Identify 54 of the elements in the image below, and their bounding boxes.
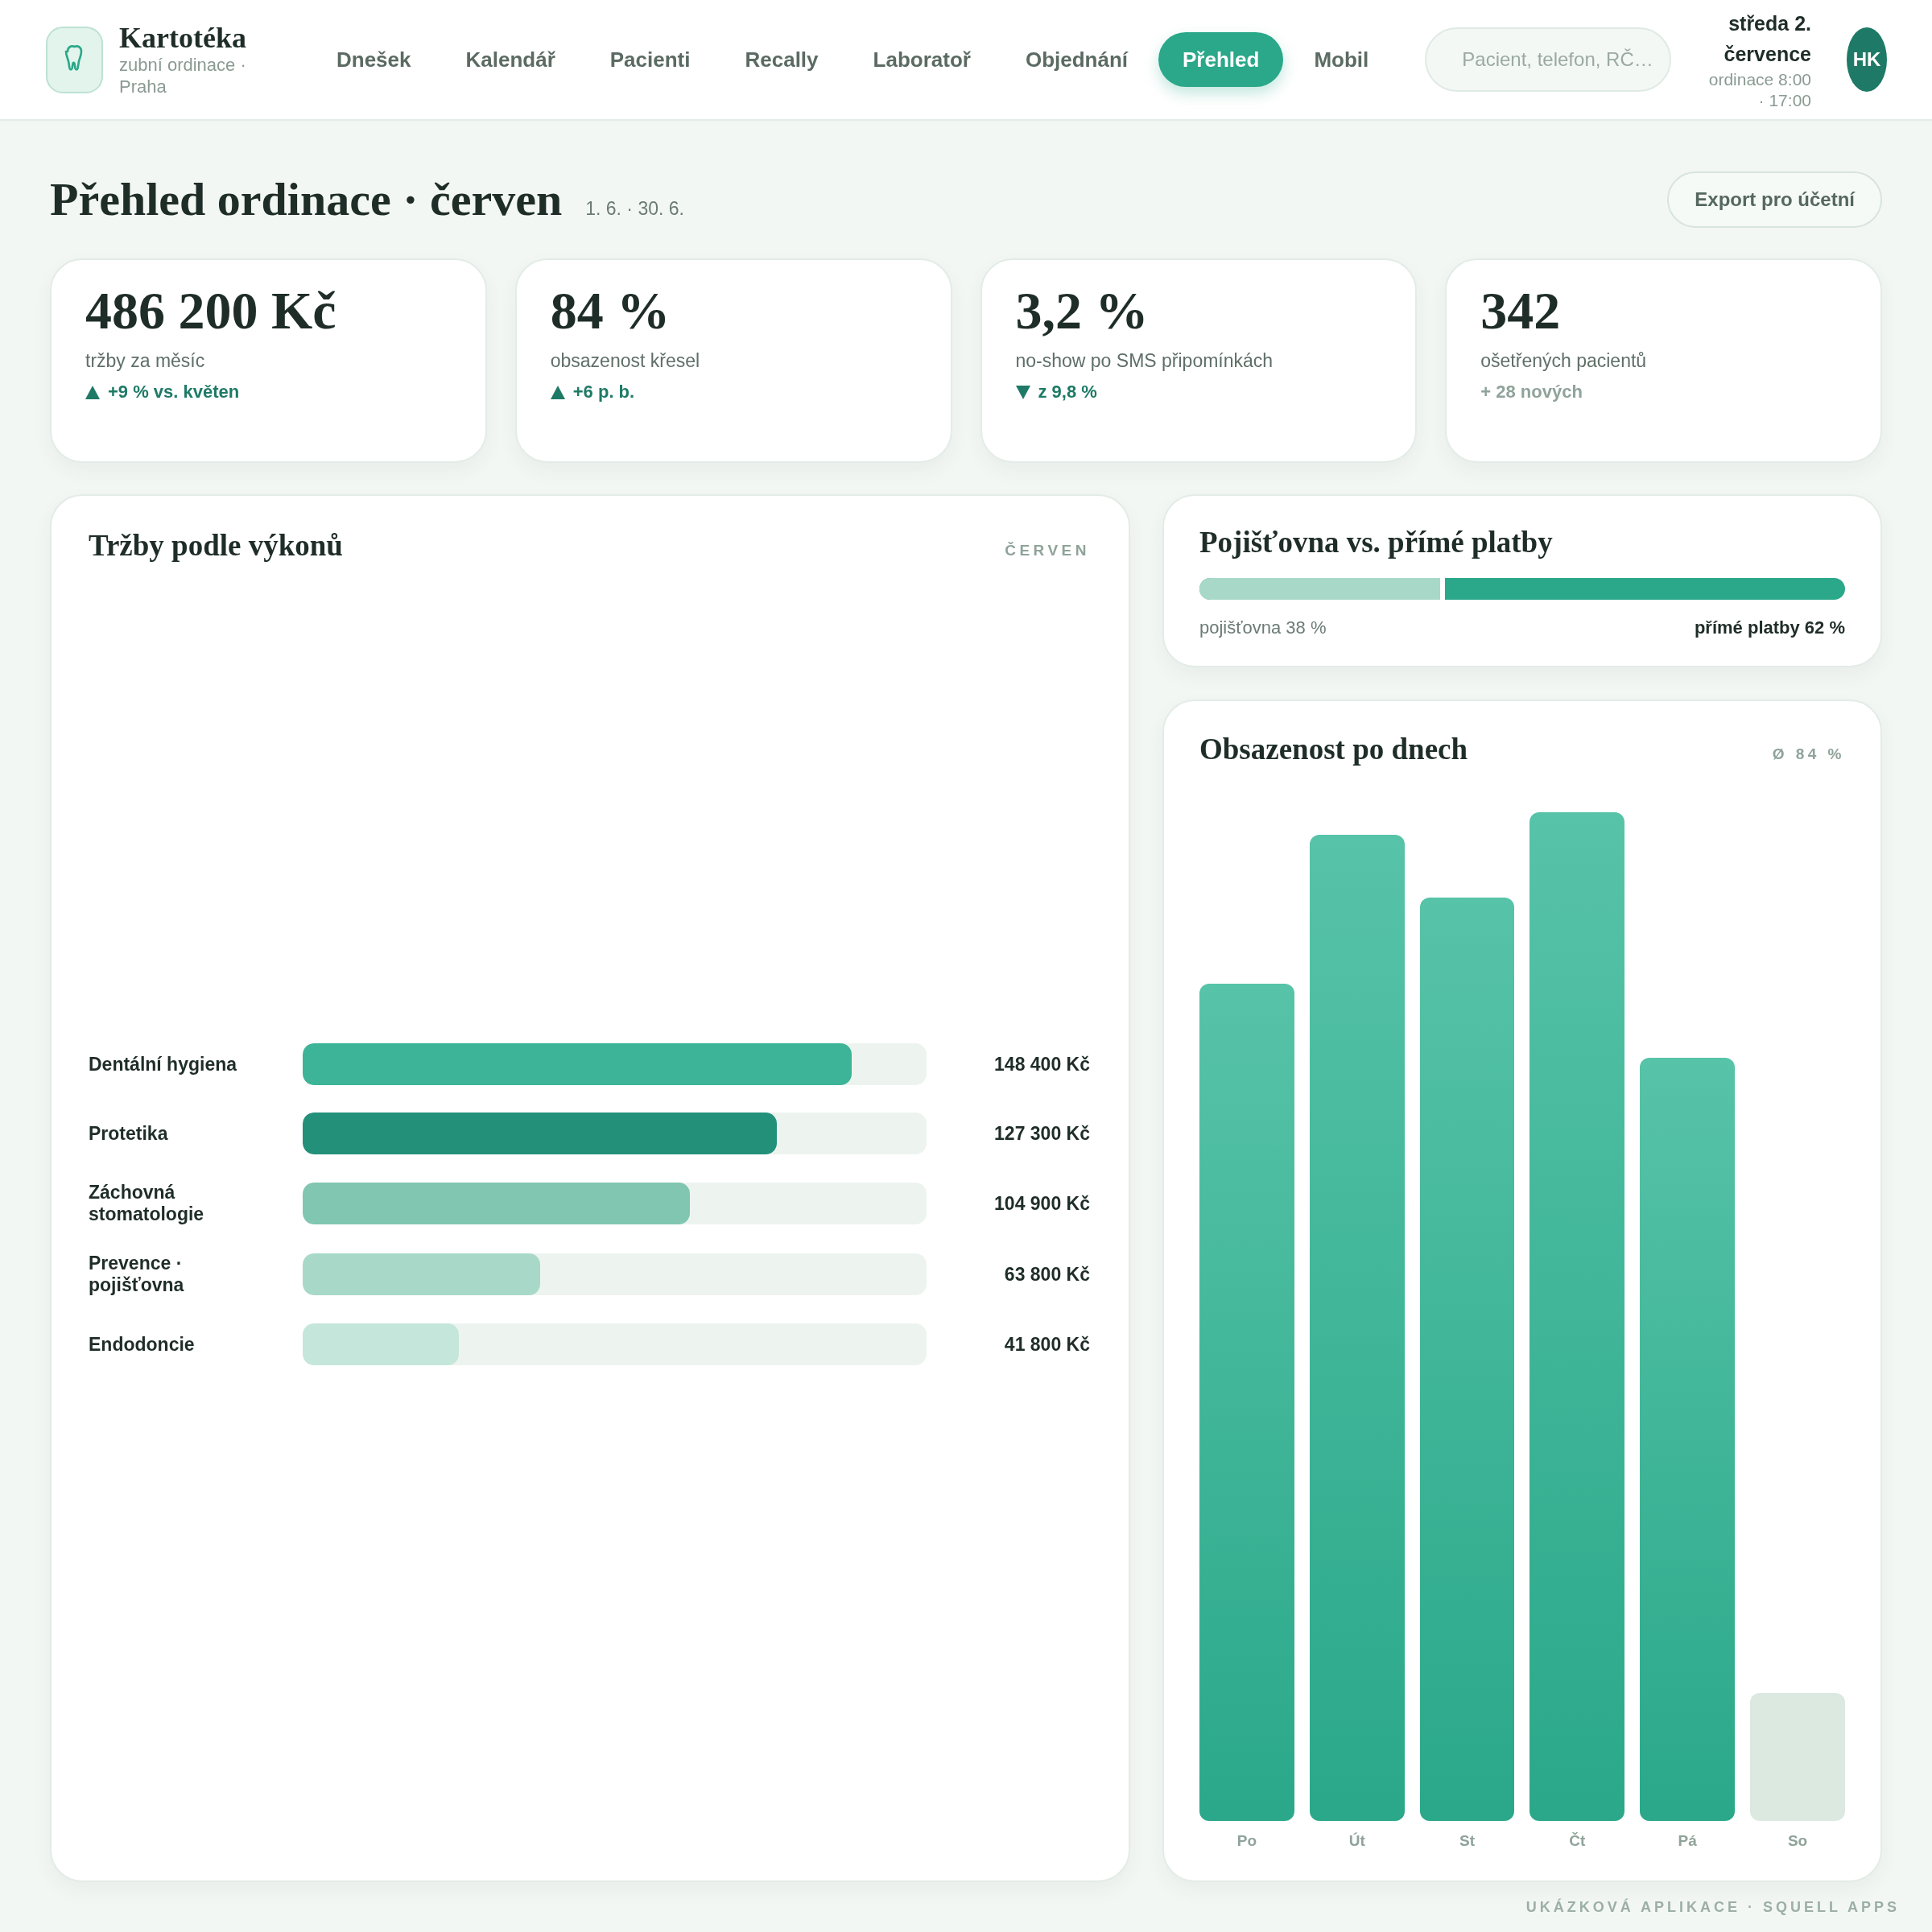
app-subtitle: zubní ordinace · Praha — [119, 54, 247, 97]
page-title: Přehled ordinace · červen — [50, 176, 563, 223]
card-title: Pojišťovna vs. přímé platby — [1199, 525, 1554, 560]
revenue-amount: 41 800 Kč — [1003, 1333, 1090, 1356]
day-label: Čt — [1569, 1832, 1586, 1849]
kpi-label: no-show po SMS připomínkách — [1015, 349, 1274, 373]
card-title: Tržby podle výkonů — [89, 528, 343, 564]
kpi-label: ošetřených pacientů — [1480, 349, 1648, 373]
nav-tab[interactable]: Objednání — [1001, 32, 1153, 87]
export-button[interactable]: Export pro účetní — [1667, 171, 1882, 228]
footer-note: UKÁZKOVÁ APLIKACE · SQUELL APPS — [1525, 1898, 1900, 1916]
period-label: ČERVEN — [1005, 542, 1090, 559]
service-label: Prevence · pojišťovna — [89, 1253, 185, 1296]
nav-tab[interactable]: Kalendář — [441, 32, 580, 87]
kpi-delta: +9 % vs. květen — [108, 381, 240, 403]
kpi-value: 342 — [1480, 284, 1562, 337]
kpi-value: 84 % — [550, 284, 671, 337]
day-label: Pá — [1678, 1832, 1697, 1849]
service-label: Záchovná stomatologie — [89, 1182, 205, 1225]
revenue-amount: 104 900 Kč — [993, 1192, 1090, 1215]
day-label: Po — [1236, 1832, 1257, 1849]
service-label: Dentální hygiena — [89, 1053, 238, 1075]
tooth-icon — [46, 26, 103, 93]
user-avatar[interactable]: HK — [1847, 27, 1887, 92]
service-label: Protetika — [89, 1122, 169, 1145]
service-label: Endodoncie — [89, 1333, 196, 1356]
kpi-delta: +6 p. b. — [572, 381, 635, 403]
kpi-delta: z 9,8 % — [1038, 381, 1097, 403]
kpi-label: tržby za měsíc — [85, 349, 206, 373]
nav-tab[interactable]: Recally — [720, 32, 843, 87]
nav-tab[interactable]: Laboratoř — [848, 32, 995, 87]
kpi-delta: + 28 nových — [1480, 381, 1583, 403]
office-hours: ordinace 8:00 · 17:00 — [1707, 69, 1811, 111]
share-label: přímé platby 62 % — [1694, 617, 1845, 639]
day-label: St — [1459, 1832, 1476, 1849]
revenue-amount: 63 800 Kč — [1003, 1263, 1090, 1286]
share-label: pojišťovna 38 % — [1199, 617, 1327, 639]
average-label: Ø 84 % — [1772, 745, 1845, 763]
revenue-amount: 127 300 Kč — [993, 1122, 1090, 1145]
nav-tab[interactable]: Přehled — [1158, 32, 1284, 87]
nav-tab[interactable]: Pacienti — [585, 32, 715, 87]
search-field[interactable]: Pacient, telefon, RČ… — [1425, 27, 1672, 92]
date-range: 1. 6. · 30. 6. — [585, 198, 684, 220]
nav-tab[interactable]: Dnešek — [312, 32, 436, 87]
day-label: Út — [1348, 1832, 1365, 1849]
card-title: Obsazenost po dnech — [1199, 732, 1468, 767]
date-label: středa 2. července — [1723, 11, 1811, 67]
revenue-amount: 148 400 Kč — [993, 1053, 1090, 1075]
kpi-value: 486 200 Kč — [85, 284, 337, 337]
app-name: Kartotéka — [119, 22, 247, 54]
day-label: So — [1787, 1832, 1808, 1849]
kpi-value: 3,2 % — [1015, 284, 1150, 337]
nav-tab[interactable]: Mobil — [1290, 32, 1393, 87]
kpi-label: obsazenost křesel — [550, 349, 701, 373]
